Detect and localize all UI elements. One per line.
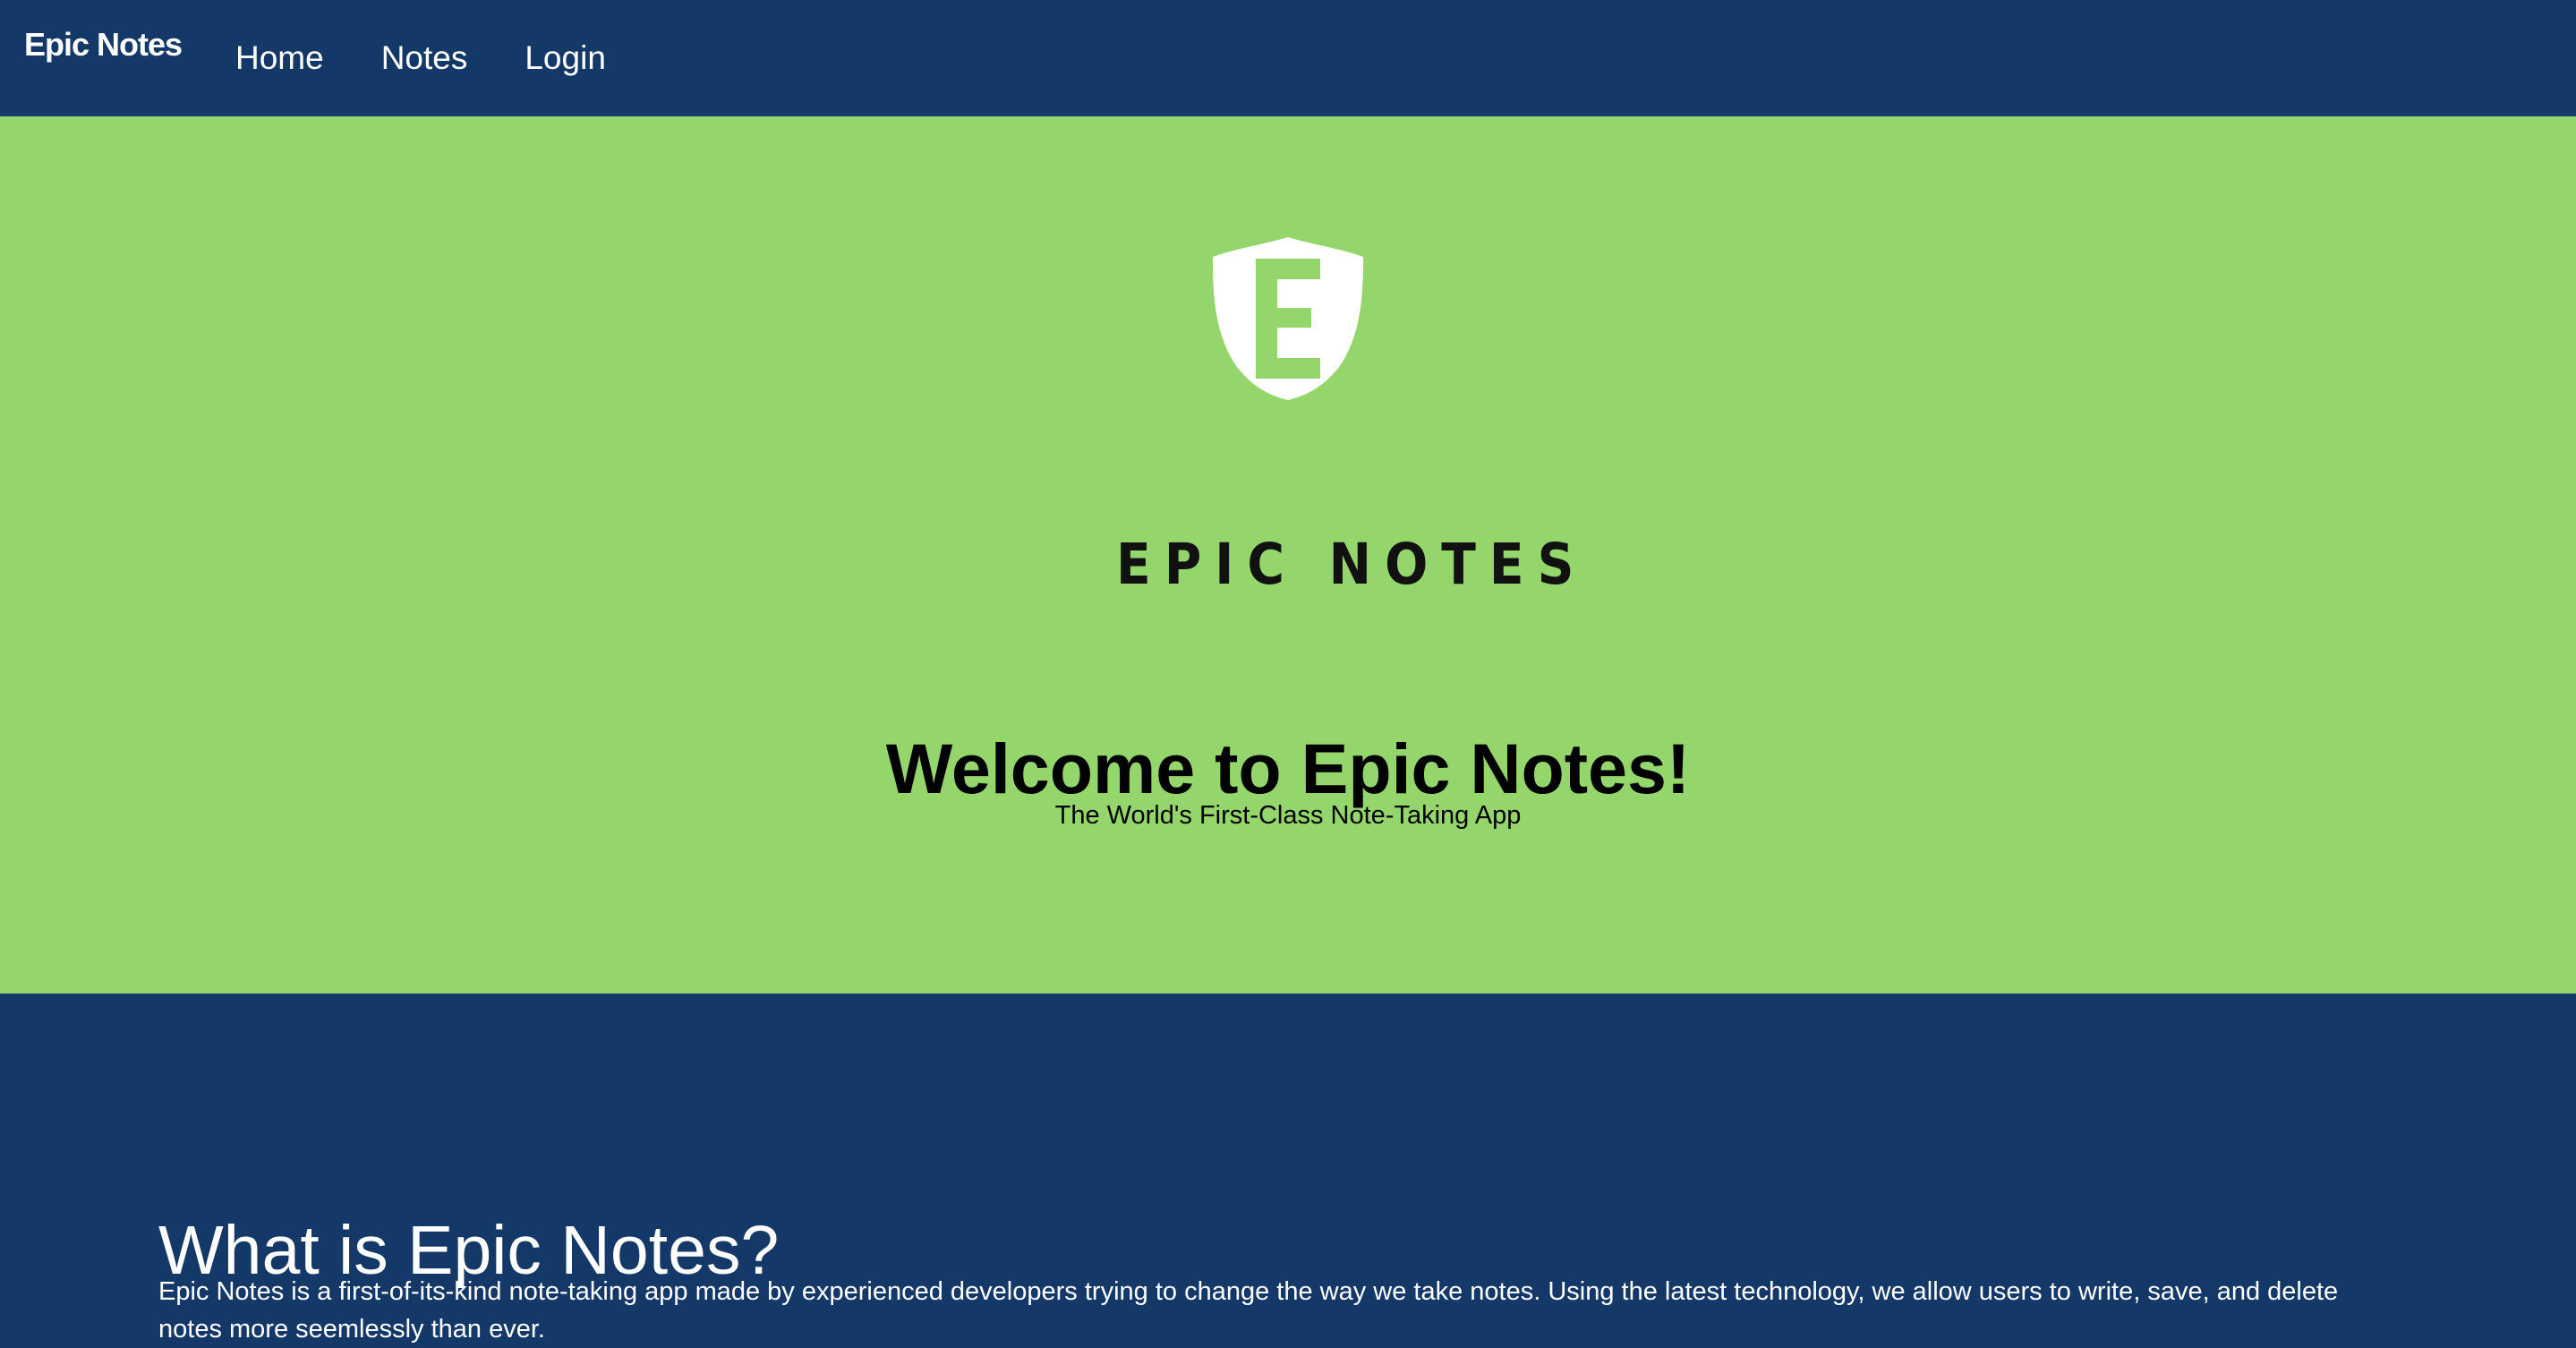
about-description: Epic Notes is a first-of-its-kind note-t… bbox=[158, 1277, 2339, 1344]
welcome-heading: Welcome to Epic Notes! bbox=[885, 728, 1691, 808]
nav-home-link[interactable]: Home bbox=[235, 38, 324, 79]
nav-links: Home Notes Login bbox=[235, 38, 606, 79]
nav-notes-link[interactable]: Notes bbox=[381, 38, 468, 79]
brand-link[interactable]: Epic Notes bbox=[24, 25, 183, 64]
shield-logo-icon bbox=[1213, 237, 1363, 400]
top-navbar: Epic Notes Home Notes Login bbox=[0, 0, 2576, 116]
logo-wordmark: EPIC NOTES bbox=[1116, 532, 1588, 597]
hero-subtitle: The World's First-Class Note-Taking App bbox=[1054, 801, 1522, 830]
nav-login-link[interactable]: Login bbox=[525, 38, 606, 79]
epic-notes-logo: EPIC NOTES bbox=[1116, 237, 1588, 597]
